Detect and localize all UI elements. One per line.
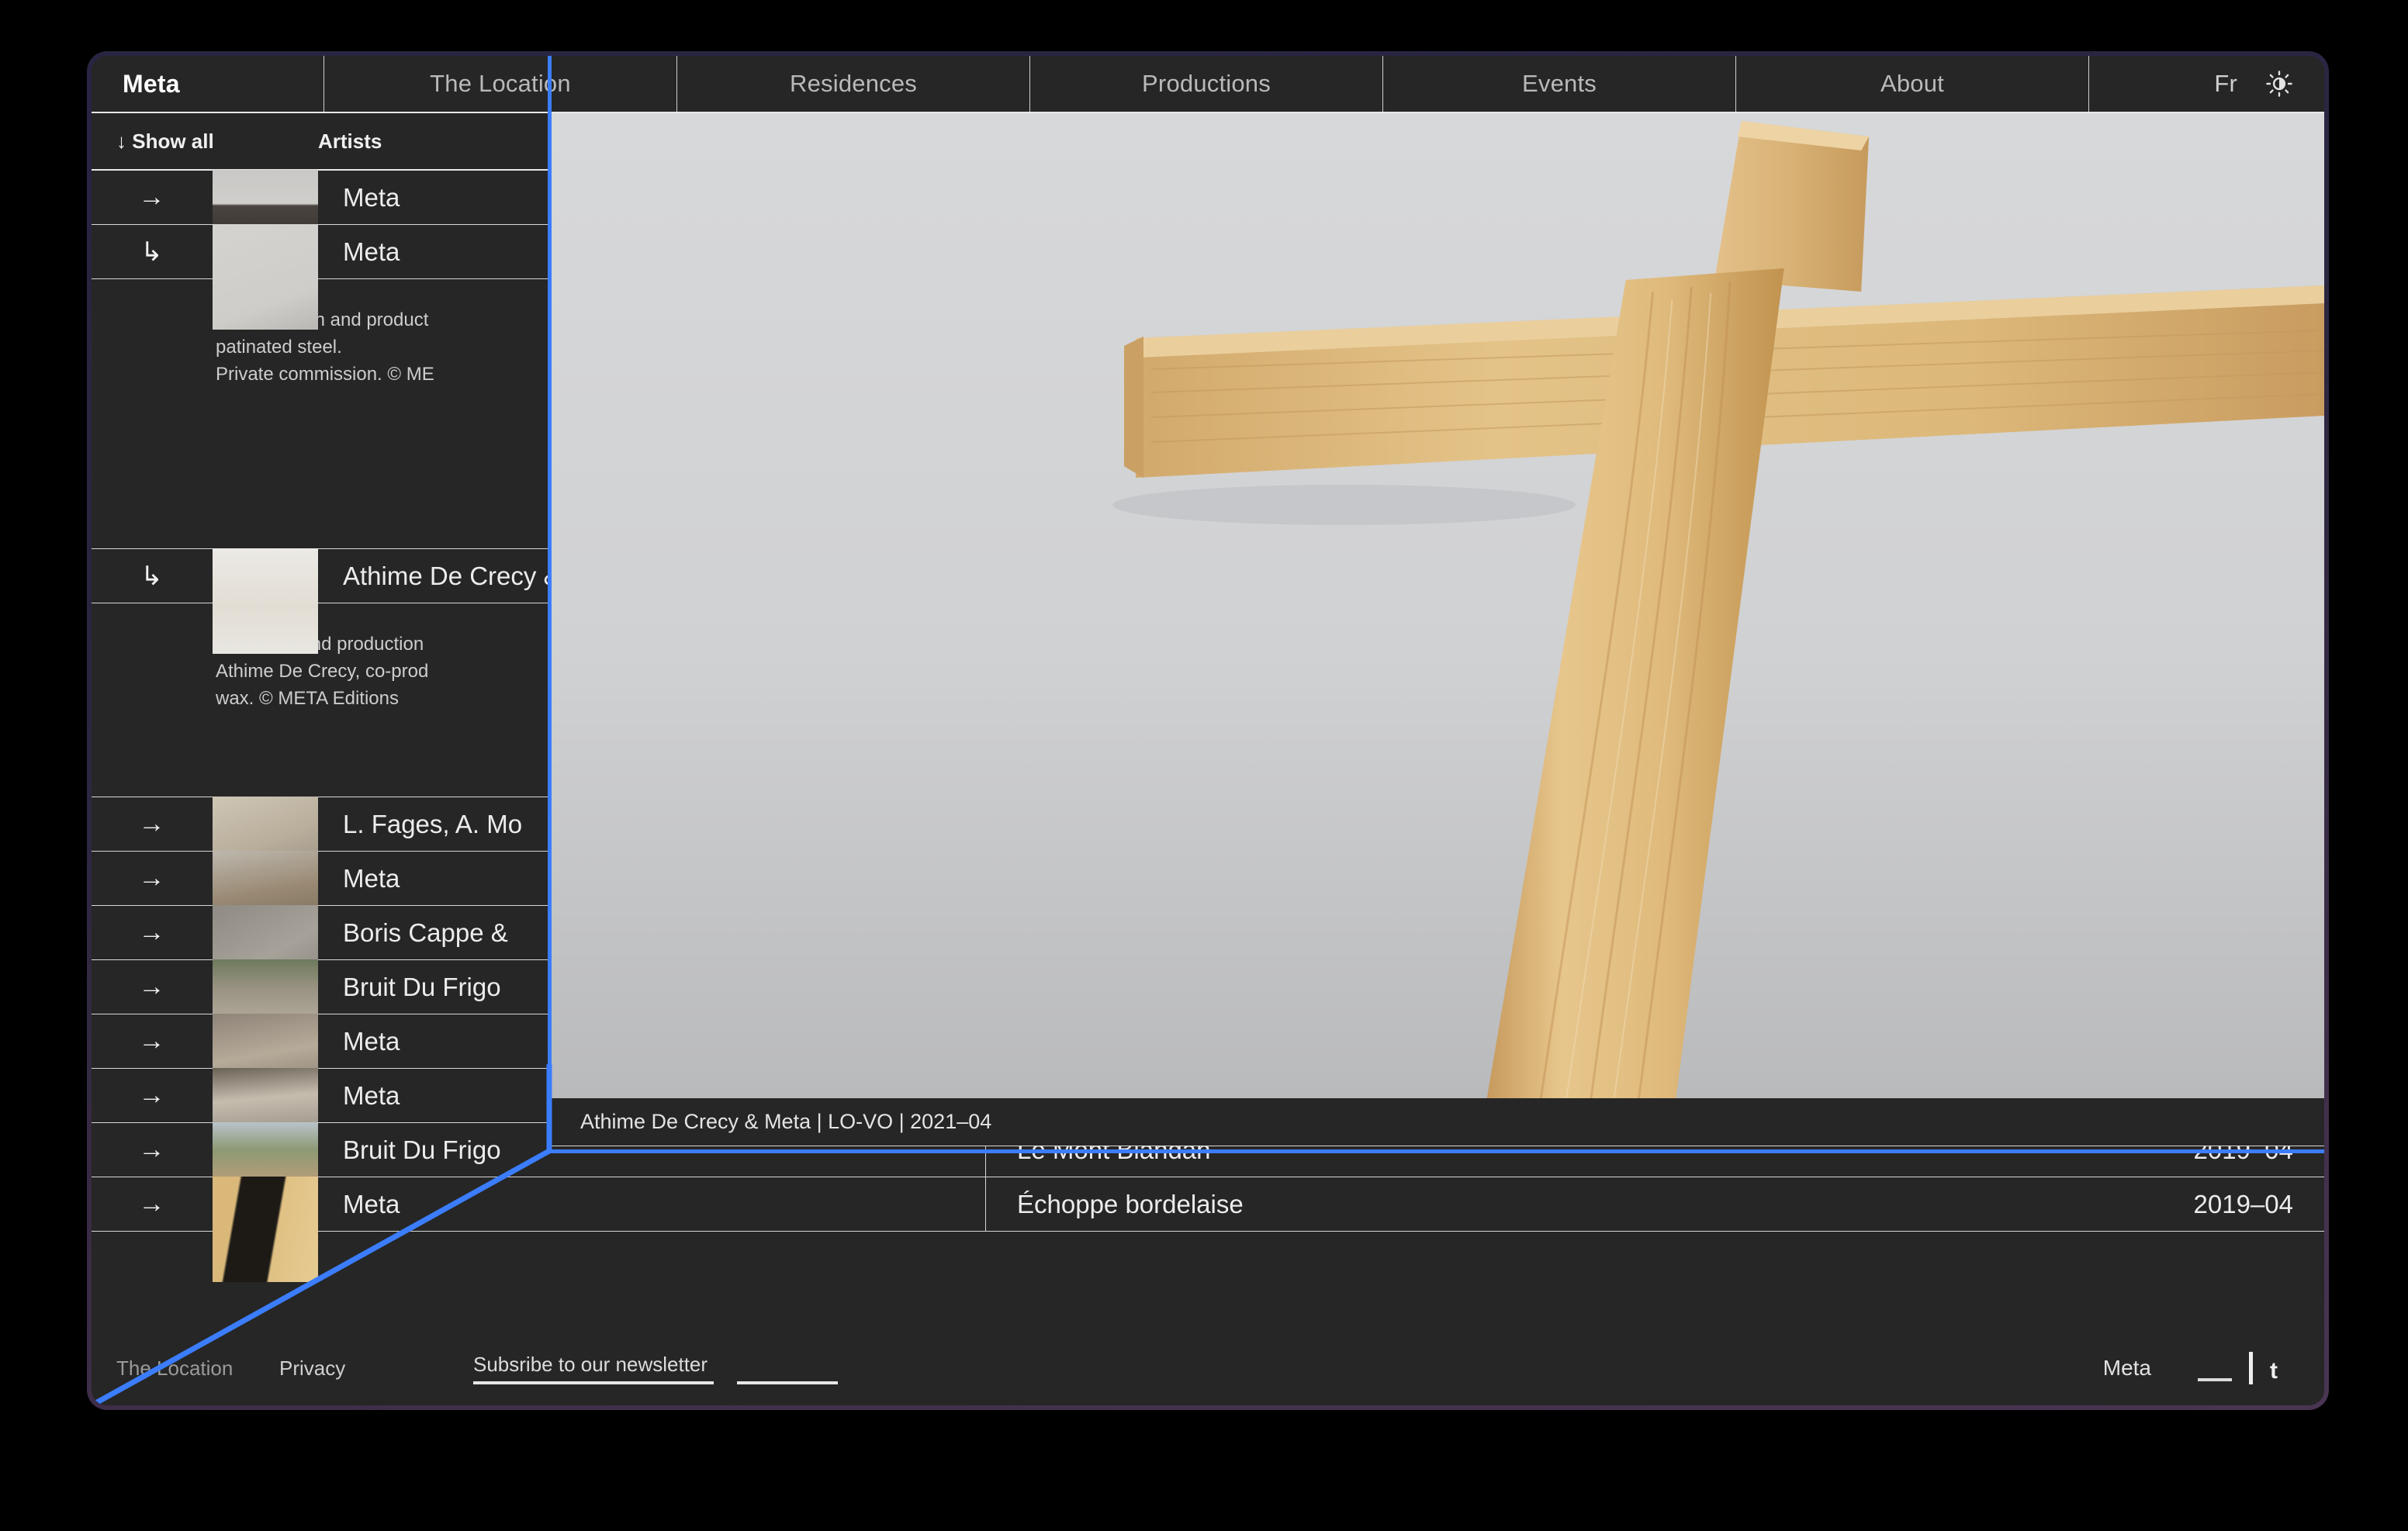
row-arrow-icon: → [138,1135,165,1164]
language-toggle[interactable]: Fr [2214,70,2237,98]
row-thumbnail[interactable] [213,1122,318,1228]
row-arrow-icon: → [138,863,165,893]
row-arrow-icon: ↳ [140,561,163,591]
show-all-toggle[interactable]: ↓ Show all [92,130,318,154]
footer-link-privacy[interactable]: Privacy [279,1356,465,1381]
wooden-table-joint-image [549,113,2324,1098]
row-arrow-icon: → [138,809,165,838]
nav-item-events[interactable]: Events [1383,56,1736,112]
row-thumbnail[interactable] [213,548,318,654]
row-title: Échoppe bordelaise [985,1177,2123,1231]
viewer-caption-bar: Athime De Crecy & Meta | LO-VO | 2021–04 [549,1098,2324,1146]
newsletter-fields [473,1381,838,1384]
nav-utilities: Fr [2089,56,2324,112]
thumbnail-image [213,224,318,330]
footer-brand: Meta [2102,1356,2151,1380]
nav-item-the-location[interactable]: The Location [324,56,677,112]
row-thumbnail[interactable] [213,959,318,1065]
thumbnail-image [213,1177,318,1282]
bar-mark-icon [2249,1352,2253,1384]
row-artist: Meta [343,1189,400,1218]
column-header-artists: Artists [318,129,382,153]
row-thumbnail[interactable] [213,905,318,1011]
browser-window: Meta The Location Residences Productions… [87,51,2329,1410]
newsletter-label: Subsribe to our newsletter [473,1352,708,1376]
newsletter-submit-field[interactable] [737,1381,838,1384]
footer-right: Meta t [2103,1352,2324,1384]
row-arrow-icon: → [138,1080,165,1110]
brand-logo[interactable]: Meta [92,56,324,112]
row-thumbnail[interactable] [213,1177,318,1282]
row-thumbnail[interactable] [213,1014,318,1119]
row-arrow-icon: → [138,182,165,212]
window-content: Meta The Location Residences Productions… [92,56,2324,1405]
brand-label: Meta [123,69,180,98]
nav-label: The Location [430,70,571,97]
nav-label: Residences [790,70,917,97]
row-arrow-icon: → [138,918,165,947]
row-arrow-icon: → [138,972,165,1001]
row-date: 2019–04 [2193,1189,2293,1218]
nav-item-about[interactable]: About [1736,56,2089,112]
main-navigation: Meta The Location Residences Productions… [92,56,2324,113]
row-thumbnail[interactable] [213,1068,318,1173]
nav-label: Events [1522,70,1597,97]
nav-item-residences[interactable]: Residences [677,56,1030,112]
table-row[interactable]: → Meta Échoppe bordelaise 2019–04 [92,1177,2324,1282]
row-thumbnail[interactable] [213,851,318,956]
project-image-viewer[interactable] [549,113,2324,1098]
nav-item-productions[interactable]: Productions [1030,56,1383,112]
footer-link-location[interactable]: The Location [116,1356,279,1381]
newsletter-email-input[interactable] [473,1381,714,1384]
row-arrow-icon: ↳ [140,237,163,267]
row-thumbnail[interactable] [213,797,318,902]
nav-label: About [1880,70,1944,97]
dash-mark-icon [2198,1378,2232,1381]
row-arrow-icon: → [138,1026,165,1056]
row-thumbnail[interactable] [213,224,318,330]
nav-label: Productions [1142,70,1271,97]
sun-brightness-icon[interactable] [2265,70,2293,98]
newsletter-signup: Subsribe to our newsletter [473,1353,838,1384]
site-footer: The Location Privacy Subsribe to our new… [92,1331,2324,1405]
thumbnail-image [213,548,318,654]
viewer-caption-text: Athime De Crecy & Meta | LO-VO | 2021–04 [580,1110,992,1133]
footer-marks: t [2198,1352,2278,1384]
row-arrow-icon: → [138,1189,165,1218]
row-thumbnail[interactable] [213,170,318,275]
cross-mark-icon: t [2270,1358,2278,1384]
